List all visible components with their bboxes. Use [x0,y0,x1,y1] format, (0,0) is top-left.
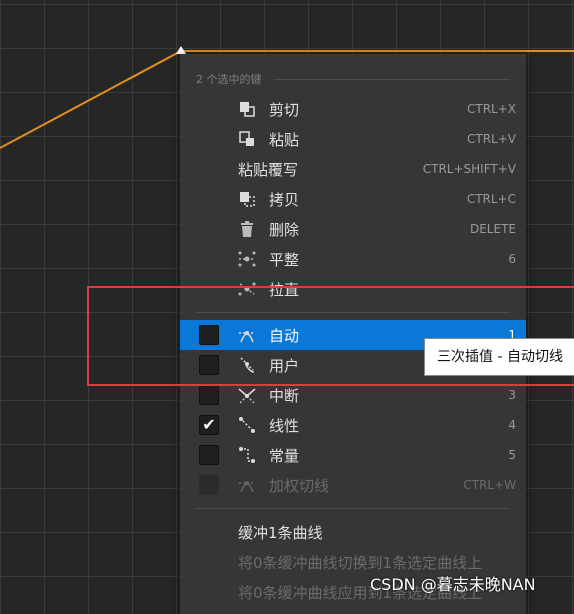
menu-item-delete[interactable]: 删除 DELETE [180,214,526,244]
menu-item-weighted-tangent: 加权切线 CTRL+W [180,470,526,500]
menu-item-paste[interactable]: 粘贴 CTRL+V [180,124,526,154]
menu-item-shortcut: CTRL+X [466,102,516,116]
menu-item-shortcut: DELETE [469,222,516,236]
break-tangent-icon [238,388,256,404]
menu-item-copy[interactable]: 拷贝 CTRL+C [180,184,526,214]
flatten-icon [238,251,256,267]
menu-item-shortcut: CTRL+SHIFT+V [422,162,516,176]
annotation-highlight-box [87,286,574,386]
menu-item-label: 中断 [269,386,300,405]
menu-item-label: 加权切线 [269,476,330,495]
menu-item-linear[interactable]: ✔ 线性 4 [180,410,526,440]
menu-item-label: 拷贝 [269,190,300,209]
menu-item-shortcut: CTRL+W [463,478,516,492]
watermark: CSDN @暮志未晚NAN [370,575,536,594]
menu-item-label: 常量 [269,446,300,465]
menu-item-label: 删除 [269,220,300,239]
paste-icon [239,131,254,146]
constant-checkbox[interactable] [199,445,219,465]
cut-icon [240,102,255,117]
menu-item-label: 粘贴 [269,130,300,149]
menu-item-cut[interactable]: 剪切 CTRL+X [180,94,526,124]
buffer-curve-title[interactable]: 缓冲1条曲线 [238,522,323,543]
selected-keys-label: 2 个选中的键 [196,73,262,86]
menu-item-flatten[interactable]: 平整 6 [180,244,526,274]
menu-item-shortcut: CTRL+C [466,192,516,206]
menu-item-constant[interactable]: 常量 5 [180,440,526,470]
menu-item-shortcut: 4 [508,418,516,432]
menu-item-shortcut: 6 [508,252,516,266]
linear-icon [239,417,255,433]
menu-item-shortcut: 5 [508,448,516,462]
menu-item-shortcut: CTRL+V [467,132,516,146]
swap-buffer-curves-item: 将0条缓冲曲线切换到1条选定曲线上 [238,554,483,572]
menu-section-header: 2 个选中的键 [196,70,510,88]
header-divider [273,78,510,80]
copy-icon [240,192,255,207]
weighted-tangent-checkbox [199,475,219,495]
break-checkbox[interactable] [199,385,219,405]
trash-icon [241,221,253,237]
menu-item-shortcut: 3 [508,388,516,402]
linear-checkbox[interactable]: ✔ [199,415,219,435]
menu-divider [196,508,510,509]
menu-item-label: 平整 [269,250,300,269]
menu-item-paste-overwrite[interactable]: 粘贴覆写 CTRL+SHIFT+V [180,154,526,184]
menu-item-label: 线性 [269,416,300,435]
constant-icon [239,447,255,463]
menu-item-label: 粘贴覆写 [238,160,299,179]
weighted-tangent-icon [239,481,255,493]
menu-item-label: 剪切 [269,100,300,119]
